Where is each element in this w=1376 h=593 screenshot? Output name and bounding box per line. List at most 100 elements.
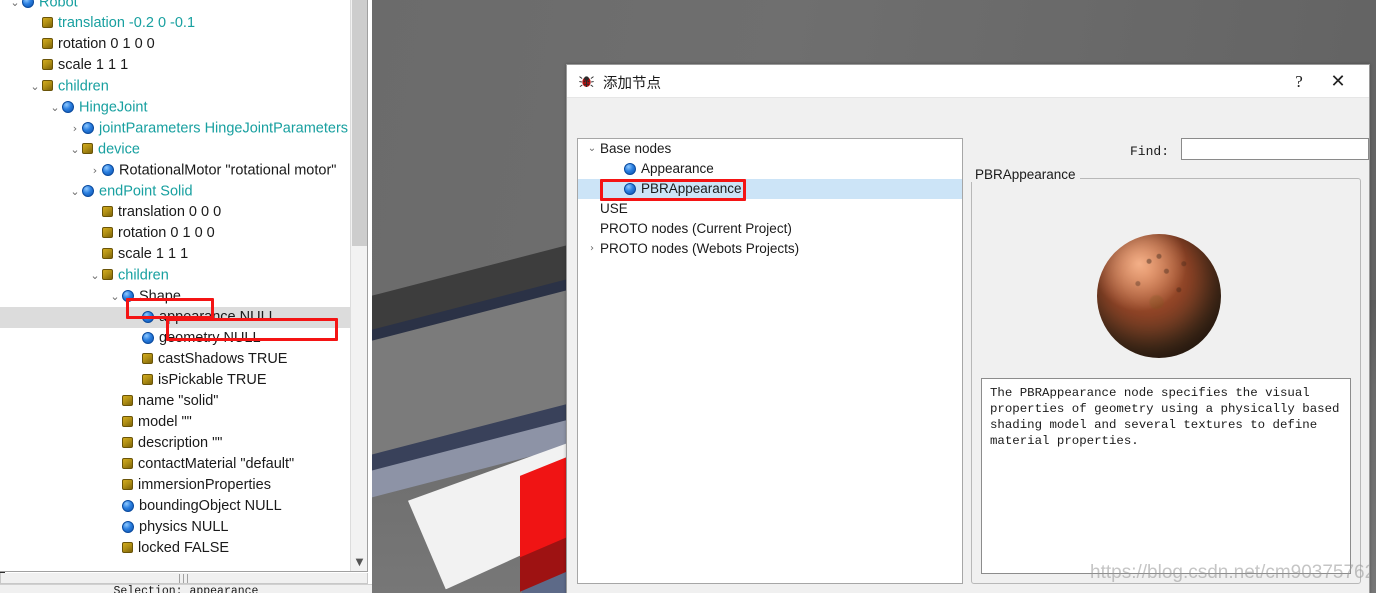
scene-tree-row[interactable]: name "solid" — [0, 391, 352, 412]
chevron-right-icon[interactable]: › — [584, 239, 600, 259]
scene-tree-row[interactable]: ⌄ children — [0, 265, 352, 286]
scene-tree-scroll-area[interactable]: ⌄ Robot translation -0.2 0 -0.1 rotation 0 … — [0, 0, 368, 572]
scene-tree-row[interactable]: immersionProperties — [0, 475, 352, 496]
node-type-list[interactable]: ⌄ Base nodes Appearance PBRAppearance USE PRO… — [577, 138, 963, 584]
scene-tree-row-label: Shape — [139, 288, 181, 305]
scene-tree-row[interactable]: physics NULL — [0, 517, 352, 538]
scene-tree-row-label: physics NULL — [139, 519, 229, 535]
cube-icon — [82, 143, 93, 155]
scene-tree-row-label: children — [58, 78, 109, 95]
app-window: ⌄ Robot translation -0.2 0 -0.1 rotation 0 … — [0, 0, 1376, 593]
chevron-down-icon[interactable]: ⌄ — [28, 76, 42, 97]
cube-icon — [102, 206, 113, 217]
chevron-down-icon[interactable]: ⌄ — [48, 97, 62, 118]
scene-tree-row-label: HingeJoint — [79, 99, 148, 116]
chevron-down-icon[interactable]: ⌄ — [88, 265, 102, 286]
scene-tree-row[interactable]: ⌄ device — [0, 139, 352, 160]
scene-tree-row[interactable]: › RotationalMotor "rotational motor" — [0, 160, 352, 181]
scene-tree-row-label: RotationalMotor "rotational motor" — [119, 162, 337, 179]
scene-tree-row-label: boundingObject NULL — [139, 498, 282, 514]
cube-icon — [142, 353, 153, 364]
close-icon[interactable]: ✕ — [1325, 70, 1351, 94]
sphere-icon — [142, 332, 154, 344]
dialog-title-bar[interactable]: 添加节点 ? ✕ — [567, 65, 1369, 98]
scene-tree-row-label: appearance NULL — [159, 309, 277, 325]
scene-tree-row[interactable]: translation -0.2 0 -0.1 — [0, 13, 352, 34]
scene-tree-row[interactable]: rotation 0 1 0 0 — [0, 223, 352, 244]
scene-tree-row-label: scale 1 1 1 — [118, 246, 189, 262]
cube-icon — [122, 395, 133, 406]
node-type-list-rows: ⌄ Base nodes Appearance PBRAppearance USE PRO… — [578, 139, 962, 259]
node-type-row-label: PROTO nodes (Webots Projects) — [600, 241, 800, 256]
help-icon[interactable]: ? — [1286, 70, 1312, 94]
scene-tree-row[interactable]: ⌄ Robot — [0, 0, 352, 13]
chevron-down-icon[interactable]: ⌄ — [108, 286, 122, 307]
scene-tree-row[interactable]: › jointParameters HingeJointParameters — [0, 118, 352, 139]
cube-icon — [122, 479, 133, 490]
scene-tree-row[interactable]: contactMaterial "default" — [0, 454, 352, 475]
cube-icon — [102, 227, 113, 238]
dialog-title: 添加节点 — [603, 76, 661, 92]
scrollbar-thumb[interactable] — [352, 0, 367, 246]
scene-tree-row[interactable]: ⌄ Shape — [0, 286, 352, 307]
scene-tree-row[interactable]: description "" — [0, 433, 352, 454]
sphere-icon — [122, 500, 134, 512]
scene-tree-row[interactable]: locked FALSE — [0, 538, 352, 559]
node-type-row[interactable]: Appearance — [578, 159, 962, 179]
chevron-right-icon[interactable]: › — [68, 118, 82, 139]
chevron-down-icon[interactable]: ⌄ — [68, 139, 82, 160]
chevron-down-icon[interactable]: ▼ — [351, 554, 367, 571]
scene-tree-horizontal-scrollbar[interactable]: ||| — [0, 573, 368, 584]
cube-icon — [122, 542, 133, 553]
scene-tree-row-label: translation -0.2 0 -0.1 — [58, 15, 196, 31]
node-type-row[interactable]: › PROTO nodes (Webots Projects) — [578, 239, 962, 259]
scene-tree-row-label: device — [98, 141, 140, 158]
chevron-down-icon[interactable]: ⌄ — [68, 181, 82, 202]
scene-tree-list: ⌄ Robot translation -0.2 0 -0.1 rotation 0 … — [0, 0, 352, 559]
node-type-row[interactable]: PBRAppearance — [578, 179, 962, 199]
cube-icon — [42, 17, 53, 28]
chevron-down-icon[interactable]: ⌄ — [8, 0, 22, 13]
node-type-row-label: PROTO nodes (Current Project) — [600, 221, 792, 236]
scene-tree-row-label: translation 0 0 0 — [118, 204, 222, 220]
sphere-icon — [82, 185, 94, 198]
splitter-grip-icon: ||| — [177, 574, 191, 584]
scene-tree-panel: ⌄ Robot translation -0.2 0 -0.1 rotation 0 … — [0, 0, 372, 593]
sphere-icon — [624, 183, 636, 195]
node-type-row[interactable]: USE — [578, 199, 962, 219]
scene-tree-row[interactable]: isPickable TRUE — [0, 370, 352, 391]
chevron-down-icon[interactable]: ⌄ — [584, 139, 600, 159]
find-label: Find: — [1129, 144, 1169, 159]
node-type-row[interactable]: ⌄ Base nodes — [578, 139, 962, 159]
scene-tree-row[interactable]: ⌄ children — [0, 76, 352, 97]
find-input[interactable] — [1181, 138, 1369, 160]
scene-tree-row-label: rotation 0 1 0 0 — [58, 36, 155, 52]
scene-tree-row-label: model "" — [138, 414, 192, 430]
chevron-right-icon[interactable]: › — [88, 160, 102, 181]
cube-icon — [42, 38, 53, 49]
scene-tree-row[interactable]: appearance NULL — [0, 307, 352, 328]
scene-tree-row[interactable]: geometry NULL — [0, 328, 352, 349]
cube-icon — [122, 416, 133, 427]
node-type-row-label: Base nodes — [600, 141, 672, 156]
pbr-sphere-texture — [1097, 234, 1221, 358]
scene-tree-row[interactable]: ⌄ HingeJoint — [0, 97, 352, 118]
cube-icon — [142, 374, 153, 385]
scene-tree-row[interactable]: ⌄ endPoint Solid — [0, 181, 352, 202]
scene-tree-row[interactable]: castShadows TRUE — [0, 349, 352, 370]
scene-tree-row[interactable]: model "" — [0, 412, 352, 433]
scene-tree-vertical-scrollbar[interactable]: ▼ — [350, 0, 367, 571]
scene-tree-row[interactable]: scale 1 1 1 — [0, 55, 352, 76]
scene-tree-row[interactable]: translation 0 0 0 — [0, 202, 352, 223]
scene-tree-row[interactable]: scale 1 1 1 — [0, 244, 352, 265]
node-type-row[interactable]: PROTO nodes (Current Project) — [578, 219, 962, 239]
dialog-body: ⌄ Base nodes Appearance PBRAppearance USE PRO… — [567, 98, 1369, 593]
sphere-icon — [62, 101, 74, 114]
scene-tree-row[interactable]: boundingObject NULL — [0, 496, 352, 517]
scene-tree-row[interactable]: rotation 0 1 0 0 — [0, 34, 352, 55]
scene-tree-row-label: rotation 0 1 0 0 — [118, 225, 215, 241]
node-type-row-label: Appearance — [641, 161, 714, 176]
scene-tree-row-label: description "" — [138, 435, 223, 451]
scene-tree-row-label: scale 1 1 1 — [58, 57, 129, 73]
scene-tree-row-label: immersionProperties — [138, 477, 271, 493]
